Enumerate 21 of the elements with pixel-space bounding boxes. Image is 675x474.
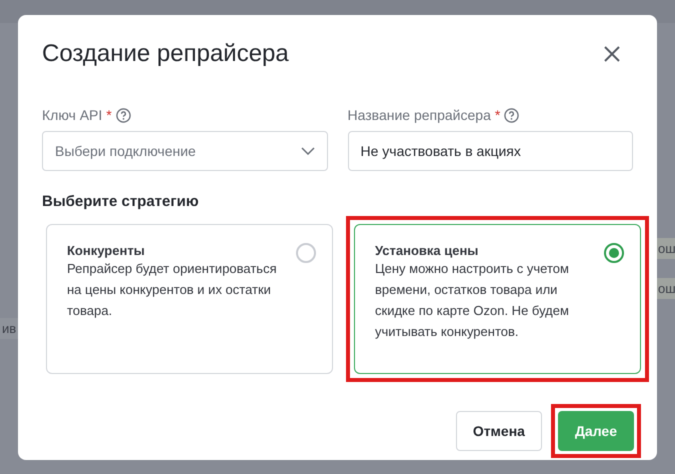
strategy-title: Конкуренты bbox=[67, 243, 146, 258]
required-asterisk: * bbox=[106, 107, 112, 123]
section-title: Выберите стратегию bbox=[42, 193, 200, 210]
close-icon bbox=[603, 45, 621, 63]
strategy-card[interactable]: Установка цены Цену можно настроить с учетом времени, остатков товара или скидке по карте Ozon. Не будем учитывать конкурентов. bbox=[354, 224, 641, 374]
strategy-description: Репрайсер будет ориентироваться на цены конкурентов и их остатки товара. bbox=[67, 260, 278, 320]
help-icon[interactable] bbox=[116, 108, 131, 122]
field-label: Название репрайсера bbox=[348, 107, 491, 123]
field-label: Ключ API bbox=[42, 107, 102, 123]
radio-button[interactable] bbox=[296, 243, 316, 263]
chevron-down-icon bbox=[300, 147, 314, 155]
strategy-card[interactable]: Конкуренты Репрайсер будет ориентироваться на цены конкурентов и их остатки товара. bbox=[46, 224, 333, 374]
radio-button[interactable] bbox=[604, 243, 624, 263]
required-asterisk: * bbox=[494, 107, 500, 123]
dialog-title: Создание репрайсера bbox=[42, 40, 289, 68]
strategy-title: Установка цены bbox=[375, 243, 480, 258]
cancel-button[interactable]: Отмена bbox=[456, 411, 542, 451]
strategy-description: Цену можно настроить с учетом времени, остатков товара или скидке по карте Ozon. Не будем учитывать конкурентов. bbox=[375, 260, 570, 341]
connection-select[interactable]: Выбери подключение bbox=[42, 131, 328, 171]
name-input[interactable]: Не участвовать в акциях bbox=[348, 131, 633, 171]
help-icon[interactable] bbox=[504, 108, 520, 122]
